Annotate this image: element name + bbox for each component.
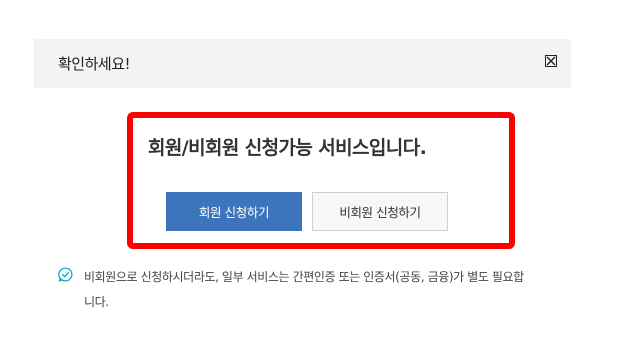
nonmember-apply-button[interactable]: 비회원 신청하기: [312, 192, 448, 231]
notice-text: 비회원으로 신청하시더라도, 일부 서비스는 간편인증 또는 인증서(공동, 금…: [84, 270, 524, 309]
close-icon[interactable]: [545, 55, 557, 67]
member-apply-button[interactable]: 회원 신청하기: [166, 192, 302, 231]
dialog-title: 확인하세요!: [58, 55, 131, 73]
service-heading: 회원/비회원 신청가능 서비스입니다.: [148, 137, 427, 159]
dialog-header: 확인하세요!: [34, 39, 571, 88]
chat-check-icon: [58, 267, 73, 282]
